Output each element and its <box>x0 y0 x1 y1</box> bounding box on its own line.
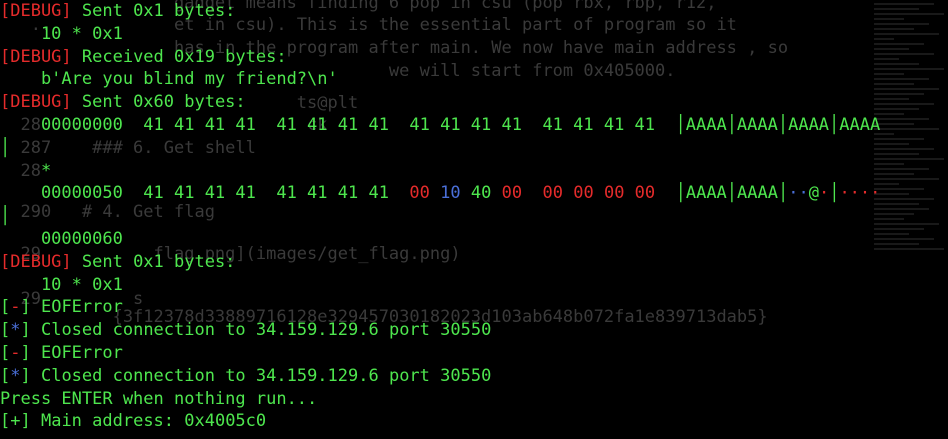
terminal-line: [-] EOFError <box>0 296 948 319</box>
terminal-line: [DEBUG] Received 0x19 bytes: <box>0 46 948 69</box>
terminal-text-segment: [DEBUG] <box>0 1 72 21</box>
terminal-text-segment: Sent 0x1 bytes: <box>71 251 236 272</box>
terminal-line: 00000000 41 41 41 41 41 41 41 41 41 41 4… <box>0 114 948 137</box>
terminal-text-segment: 00 <box>501 183 523 204</box>
terminal-text-segment: * <box>10 320 21 341</box>
terminal-text-segment: 00000000 41 41 41 41 41 41 41 41 41 41 4… <box>0 114 676 135</box>
terminal-text-segment: 10 * 0x1 <box>0 23 123 44</box>
terminal-text-segment: │AAAA│AAAA│ <box>655 183 789 204</box>
terminal-line: Press ENTER when nothing run... <box>0 388 948 411</box>
terminal-text-segment: [ <box>0 320 11 341</box>
terminal-text-segment: 00 00 00 00 <box>542 183 656 204</box>
terminal-text-segment: [DEBUG] <box>0 46 72 67</box>
terminal-text-segment: │ <box>829 183 840 204</box>
terminal-text-segment: Received 0x19 bytes: <box>71 46 287 67</box>
terminal-line: [-] EOFError <box>0 342 948 365</box>
terminal-text-segment: b'Are you blind my friend?\n' <box>0 69 338 90</box>
terminal-text-segment: * <box>10 365 21 386</box>
terminal-text-segment: ] EOFError <box>20 342 123 363</box>
terminal-line: 10 * 0x1 <box>0 274 948 297</box>
terminal-text-segment: │ <box>0 137 11 158</box>
terminal-text-segment: [ <box>0 411 11 432</box>
terminal-line: b'Are you blind my friend?\n' <box>0 68 948 91</box>
terminal-text-segment: 10 <box>440 183 461 204</box>
terminal-line: [*] Closed connection to 34.159.129.6 po… <box>0 319 948 342</box>
terminal-text-segment: Sent 0x60 bytes: <box>71 92 246 113</box>
terminal-text-segment: - <box>10 297 21 318</box>
terminal-output[interactable]: [DEBUG] Sent 0x1 bytes: 10 * 0x1 [DEBUG] … <box>0 0 948 439</box>
terminal-line: [DEBUG] Sent 0x1 bytes: <box>0 0 948 23</box>
terminal-line: 10 * 0x1 <box>0 23 948 46</box>
terminal-text-segment: - <box>10 342 21 363</box>
terminal-text-segment: [ <box>0 297 11 318</box>
terminal-text-segment: ] Closed connection to 34.159.129.6 port… <box>20 320 492 341</box>
terminal-text-segment: [ <box>0 365 11 386</box>
terminal-line: │ <box>0 137 948 160</box>
terminal-text-segment: ] Closed connection to 34.159.129.6 port… <box>20 365 492 386</box>
terminal-line: 00000060 <box>0 228 948 251</box>
terminal-text-segment: [DEBUG] <box>0 92 72 113</box>
terminal-text-segment: ···· <box>839 183 881 204</box>
terminal-text-segment: · <box>818 183 830 204</box>
terminal-text-segment: ·· <box>788 183 809 204</box>
terminal-line: 00000050 41 41 41 41 41 41 41 41 00 10 4… <box>0 182 948 205</box>
terminal-text-segment: 40 <box>460 183 502 204</box>
terminal-line: [DEBUG] Sent 0x60 bytes: <box>0 91 948 114</box>
terminal-text-segment: ] EOFError <box>20 297 123 318</box>
terminal-line: │ <box>0 205 948 228</box>
terminal-text-segment: Press ENTER when nothing run... <box>0 388 318 409</box>
terminal-text-segment: Sent 0x1 bytes: <box>71 1 236 21</box>
terminal-text-segment: 10 * 0x1 <box>0 274 123 295</box>
terminal-text-segment: @ <box>808 183 819 204</box>
terminal-text-segment: + <box>10 411 21 432</box>
terminal-text-segment: [ <box>0 342 11 363</box>
terminal-line: [+] Main address: 0x4005c0 <box>0 410 948 433</box>
terminal-line: [*] Closed connection to 34.159.129.6 po… <box>0 365 948 388</box>
terminal-text-segment: 00000050 41 41 41 41 41 41 41 41 <box>0 183 410 204</box>
terminal-text-segment: 00 <box>409 183 430 204</box>
terminal-text-segment: │AAAA│AAAA│AAAA│AAAA <box>675 114 881 135</box>
terminal-text-segment: 00000060 <box>0 228 123 249</box>
terminal-text-segment: ] Main address: 0x4005c0 <box>20 411 267 432</box>
terminal-text-segment: [DEBUG] <box>0 251 72 272</box>
terminal-text-segment: * <box>0 160 52 181</box>
terminal-line: * <box>0 160 948 183</box>
terminal-line: [DEBUG] Sent 0x1 bytes: <box>0 251 948 274</box>
terminal-text-segment: │ <box>0 206 11 227</box>
